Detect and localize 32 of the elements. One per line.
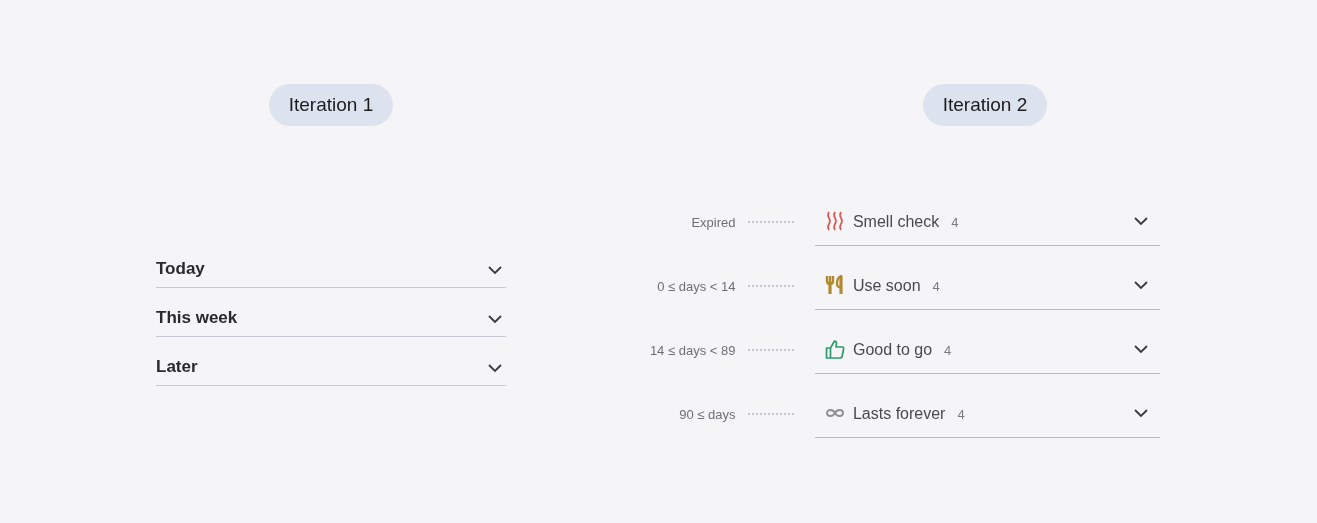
day-range-label: Expired [690, 215, 736, 232]
bucket-header[interactable]: Lasts forever 4 [814, 374, 1160, 438]
chevron-icon [1134, 409, 1148, 418]
item-count: 4 [944, 343, 952, 359]
bucket-label: Smell check [852, 213, 940, 231]
item-count: 4 [932, 279, 940, 295]
item-count: 4 [957, 407, 965, 423]
section-header[interactable]: This week [156, 288, 506, 337]
chevron-icon [1134, 217, 1148, 226]
bucket-label: Lasts forever [852, 405, 946, 423]
iteration-label: Iteration 1 [268, 84, 394, 126]
bucket-header[interactable]: Good to go 4 [814, 310, 1160, 374]
chevron-icon [1134, 281, 1148, 290]
chevron-icon [488, 266, 502, 275]
day-range-label: 90 ≤ days [678, 407, 736, 424]
item-count: 4 [951, 215, 959, 231]
day-range-label: 14 ≤ days < 89 [648, 343, 736, 360]
chevron-icon [488, 364, 502, 373]
bucket-label: Use soon [852, 277, 921, 295]
bucket-header[interactable]: Smell check 4 [814, 182, 1160, 246]
bucket-label: Good to go [852, 341, 933, 359]
dotted-connector [748, 285, 794, 287]
dotted-connector [748, 413, 794, 415]
iteration-label: Iteration 2 [922, 84, 1048, 126]
dotted-connector [748, 221, 794, 223]
bucket-header[interactable]: Use soon 4 [814, 246, 1160, 310]
day-range-label: 0 ≤ days < 14 [656, 279, 736, 296]
chevron-icon [488, 315, 502, 324]
section-header[interactable]: Later [156, 337, 506, 386]
chevron-icon [1134, 345, 1148, 354]
dotted-connector [748, 349, 794, 351]
section-header[interactable]: Today [156, 239, 506, 288]
